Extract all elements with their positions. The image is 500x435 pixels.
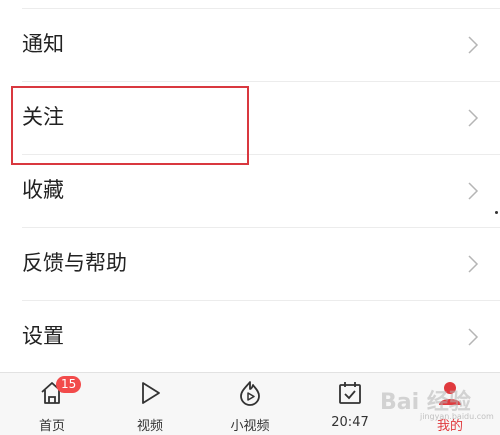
tab-label: 我的: [436, 419, 463, 434]
menu-item-label: 通知: [22, 32, 64, 56]
play-icon: [142, 382, 160, 404]
menu-item-settings[interactable]: 设置: [0, 300, 500, 373]
flame-play-icon: [240, 381, 260, 406]
tab-label: 视频: [136, 419, 163, 434]
tab-short-video[interactable]: 小视频: [210, 373, 290, 435]
tab-label: 首页: [38, 419, 65, 434]
chevron-right-icon: [468, 254, 479, 273]
chevron-right-icon: [468, 327, 479, 346]
menu-item-label: 设置: [22, 324, 64, 348]
tab-video[interactable]: 视频: [110, 373, 190, 435]
menu-item-feedback-help[interactable]: 反馈与帮助: [0, 227, 500, 300]
tab-label: 小视频: [230, 419, 270, 434]
chevron-right-icon: [468, 108, 479, 127]
notification-badge: 15: [56, 376, 82, 393]
stray-dot: [495, 211, 498, 214]
bottom-tab-bar: 15 首页 视频 小视频 20:47 我的: [0, 372, 500, 435]
tab-time[interactable]: 20:47: [310, 373, 390, 435]
menu-item-notifications[interactable]: 通知: [0, 8, 500, 81]
calendar-check-icon: [339, 382, 361, 404]
tab-home[interactable]: 15 首页: [12, 373, 92, 435]
menu-item-label: 反馈与帮助: [22, 251, 127, 275]
tab-mine[interactable]: 我的: [410, 373, 490, 435]
highlight-box: [11, 86, 249, 165]
chevron-right-icon: [468, 181, 479, 200]
tab-label: 20:47: [331, 415, 369, 430]
person-icon: [439, 382, 461, 405]
chevron-right-icon: [468, 35, 479, 54]
